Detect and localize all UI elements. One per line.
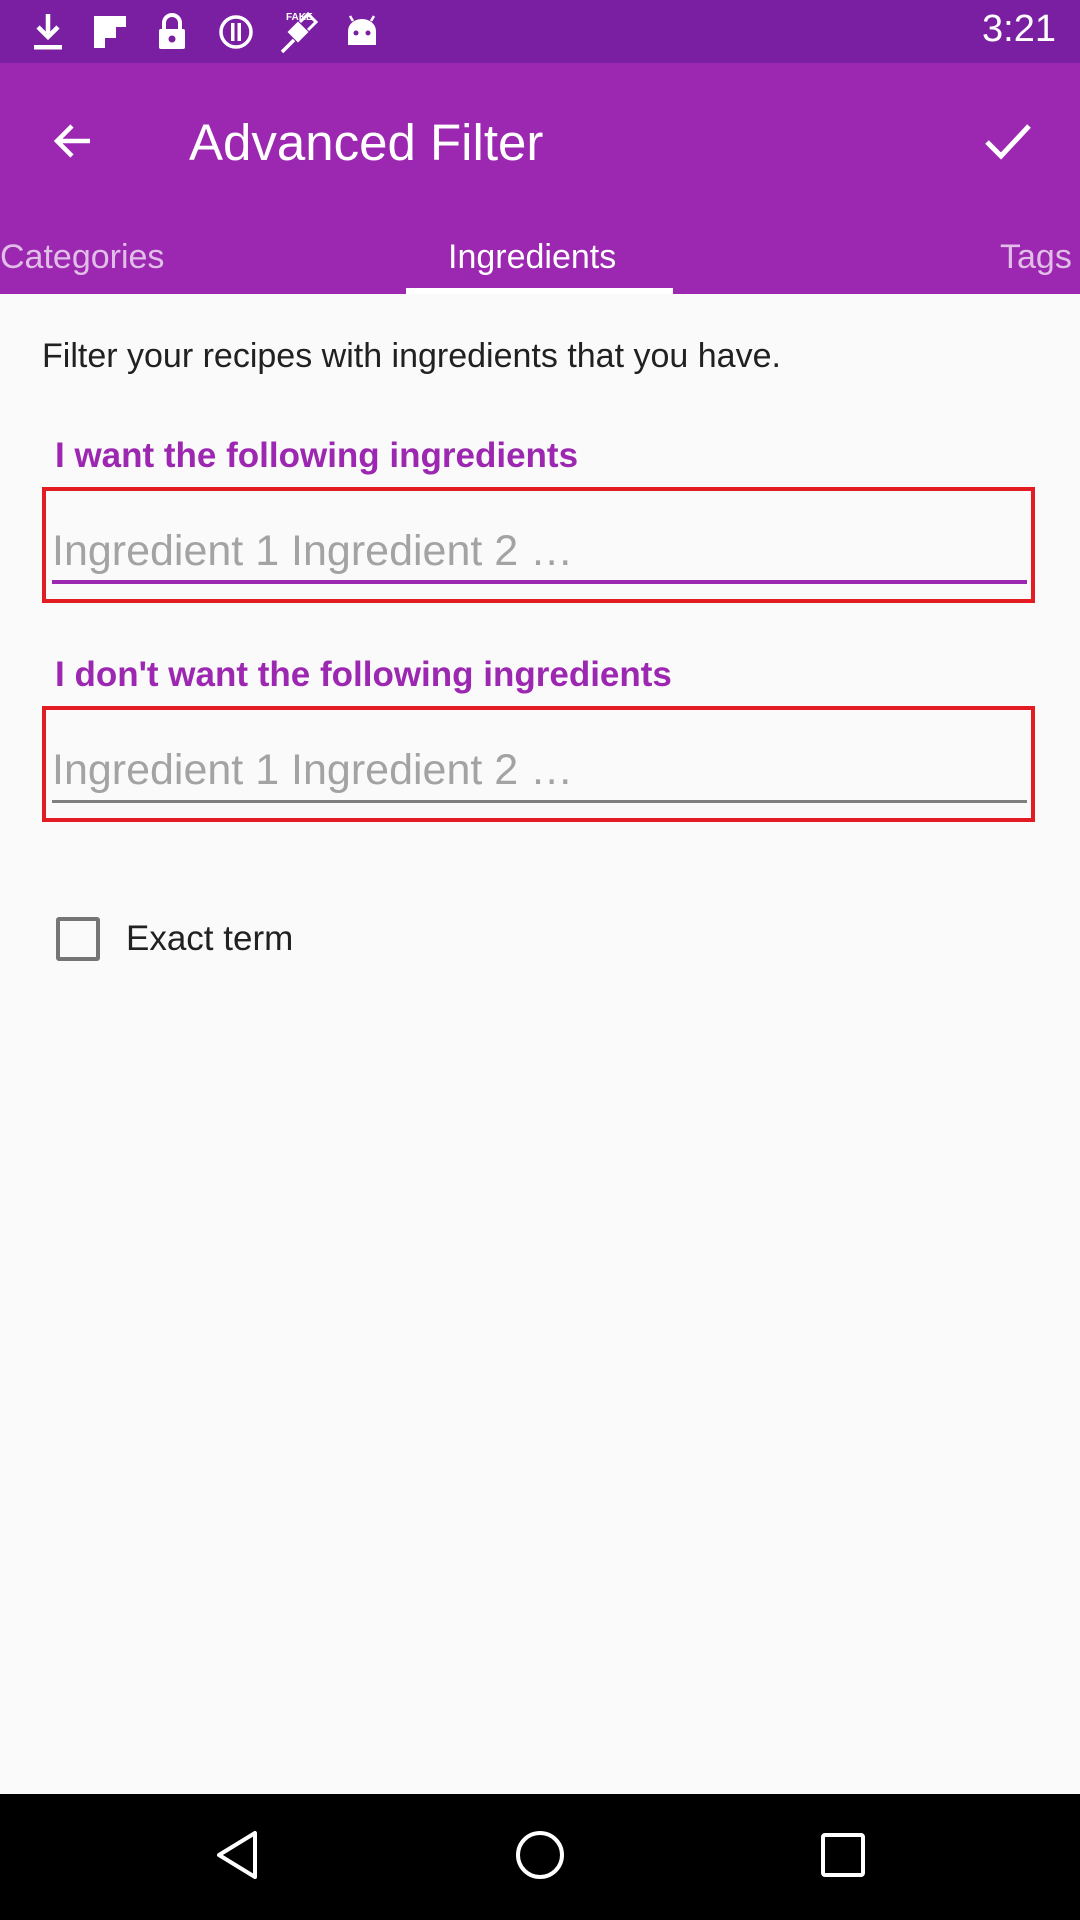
alert-circle-icon — [214, 10, 258, 54]
android-icon — [340, 10, 384, 54]
include-ingredients-input[interactable] — [52, 522, 1027, 584]
page-title: Advanced Filter — [189, 114, 544, 171]
tab-indicator — [406, 288, 673, 294]
arrow-back-icon — [48, 117, 96, 170]
exact-term-row[interactable]: Exact term — [56, 911, 293, 967]
app-bar: Advanced Filter Categories Ingredients T… — [0, 63, 1080, 294]
nav-recents-icon — [820, 1832, 866, 1883]
exclude-ingredients-input[interactable] — [52, 741, 1027, 803]
tab-ingredients[interactable]: Ingredients — [448, 231, 616, 294]
include-ingredients-label: I want the following ingredients — [55, 436, 579, 475]
flipboard-icon — [88, 10, 132, 54]
exclude-ingredients-label: I don't want the following ingredients — [55, 655, 672, 694]
exact-term-checkbox[interactable] — [56, 917, 100, 961]
tab-tags[interactable]: Tags — [1000, 231, 1072, 294]
nav-recents-button[interactable] — [808, 1822, 878, 1892]
nav-home-button[interactable] — [505, 1822, 575, 1892]
status-bar: FAKE 3:21 — [0, 0, 1080, 63]
nav-back-icon — [213, 1829, 261, 1886]
nav-home-icon — [514, 1829, 566, 1886]
intro-text: Filter your recipes with ingredients tha… — [42, 337, 781, 375]
lock-icon — [150, 10, 194, 54]
check-icon — [983, 121, 1033, 166]
satellite-fake-gps-icon: FAKE — [276, 10, 320, 54]
tab-categories[interactable]: Categories — [0, 231, 164, 294]
download-icon — [26, 10, 70, 54]
nav-back-button[interactable] — [202, 1822, 272, 1892]
status-time: 3:21 — [982, 8, 1056, 50]
svg-text:FAKE: FAKE — [286, 12, 313, 23]
exact-term-label: Exact term — [126, 919, 294, 958]
back-button[interactable] — [32, 103, 112, 183]
nav-bar — [0, 1794, 1080, 1920]
confirm-button[interactable] — [968, 103, 1048, 183]
